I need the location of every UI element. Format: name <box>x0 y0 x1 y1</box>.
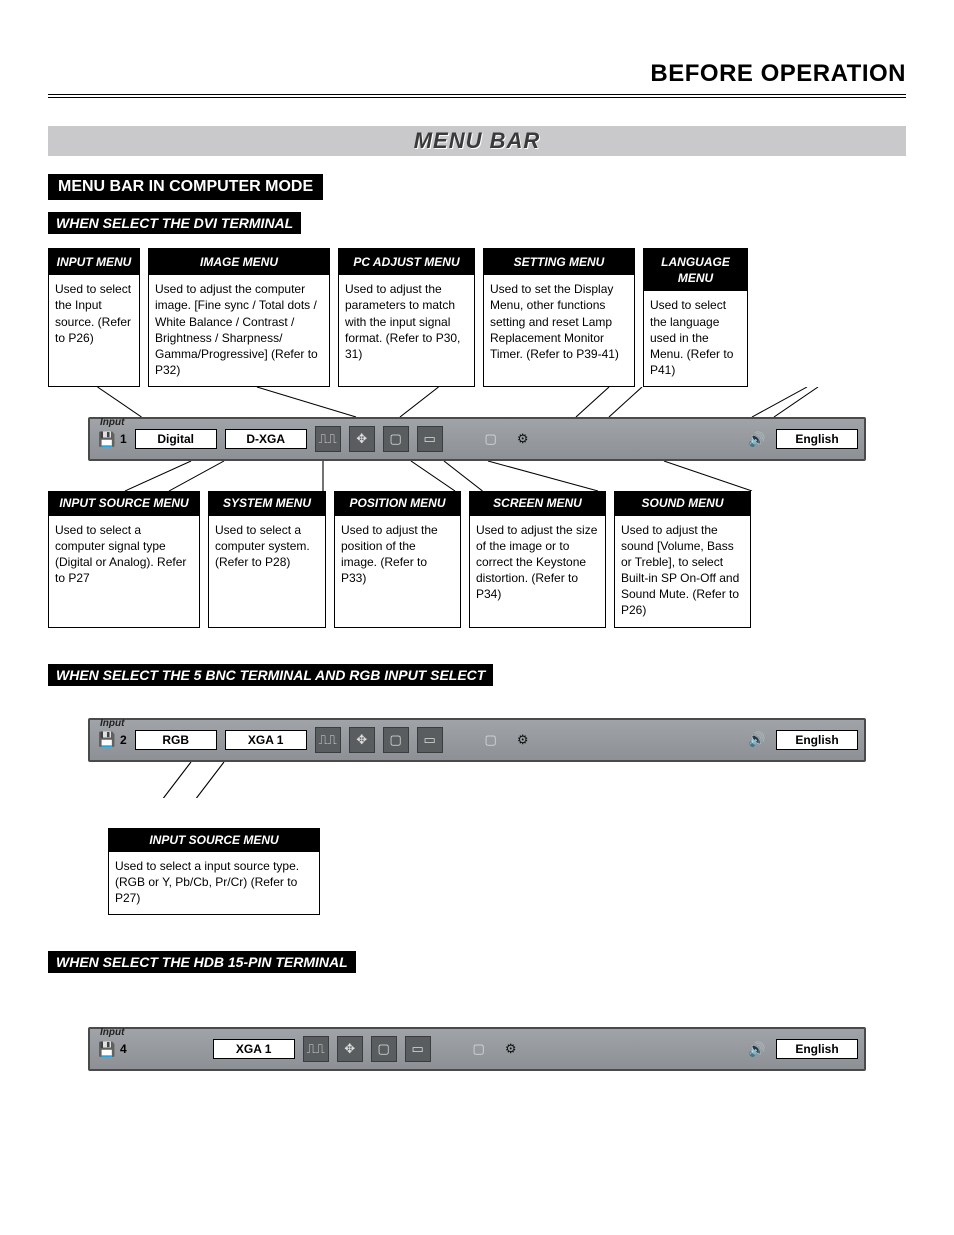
image-adjust-icon[interactable]: ⎍⎍ <box>303 1036 329 1062</box>
bnc-single-callout-wrapper: INPUT SOURCE MENU Used to select a input… <box>108 828 318 916</box>
input-source-button[interactable]: RGB <box>135 730 217 750</box>
bottom-callouts-row: INPUT SOURCE MENU Used to select a compu… <box>48 491 906 627</box>
callout-body: Used to select the language used in the … <box>644 291 747 386</box>
menu-bar-bnc: Input 💾 2 RGB XGA 1 ⎍⎍ ✥ ▢ ▭ ▢ ⚙ 🔊 Engli… <box>88 718 866 762</box>
manual-page: BEFORE OPERATION MENU BAR MENU BAR IN CO… <box>0 0 954 1131</box>
menubar-input-number: 4 <box>120 1042 127 1056</box>
sound-icon[interactable]: 🔊 <box>746 1038 768 1060</box>
subsection-dvi: WHEN SELECT THE DVI TERMINAL <box>48 212 301 234</box>
menu-bar-hdb: Input 💾 4 XGA 1 ⎍⎍ ✥ ▢ ▭ ▢ ⚙ 🔊 English <box>88 1027 866 1071</box>
pc-adjust-icon[interactable]: ▢ <box>383 727 409 753</box>
position-icon[interactable]: ✥ <box>349 727 375 753</box>
subsection-hdb: WHEN SELECT THE HDB 15-PIN TERMINAL <box>48 951 356 973</box>
callout-title: SETTING MENU <box>484 249 634 275</box>
system-button[interactable]: XGA 1 <box>225 730 307 750</box>
menubar-input-number: 2 <box>120 733 127 747</box>
image-adjust-icon[interactable]: ⎍⎍ <box>315 426 341 452</box>
callout-body: Used to adjust the size of the image or … <box>470 516 605 627</box>
system-button[interactable]: D-XGA <box>225 429 307 449</box>
position-icon[interactable]: ✥ <box>349 426 375 452</box>
callout-language-menu: LANGUAGE MENU Used to select the languag… <box>643 248 748 387</box>
setting-page-icon[interactable]: ▢ <box>467 1037 491 1061</box>
callout-screen-menu: SCREEN MENU Used to adjust the size of t… <box>469 491 606 627</box>
callout-title: SOUND MENU <box>615 492 750 515</box>
page-header: BEFORE OPERATION <box>48 60 906 88</box>
callout-input-source-menu-bnc: INPUT SOURCE MENU Used to select a input… <box>108 828 320 916</box>
header-rule <box>48 94 906 98</box>
callout-title: PC ADJUST MENU <box>339 249 474 275</box>
system-button[interactable]: XGA 1 <box>213 1039 295 1059</box>
subsection-bnc: WHEN SELECT THE 5 BNC TERMINAL AND RGB I… <box>48 664 493 686</box>
pc-adjust-icon[interactable]: ▢ <box>383 426 409 452</box>
callout-input-source-menu: INPUT SOURCE MENU Used to select a compu… <box>48 491 200 627</box>
callout-body: Used to adjust the sound [Volume, Bass o… <box>615 516 750 627</box>
callout-body: Used to select a input source type. (RGB… <box>109 852 319 915</box>
top-callouts-row: INPUT MENU Used to select the Input sour… <box>48 248 906 387</box>
menu-bar-dvi: Input 💾 1 Digital D-XGA ⎍⎍ ✥ ▢ ▭ ▢ ⚙ 🔊 E… <box>88 417 866 461</box>
sound-icon[interactable]: 🔊 <box>746 729 768 751</box>
callout-input-menu: INPUT MENU Used to select the Input sour… <box>48 248 140 387</box>
callout-body: Used to adjust the parameters to match w… <box>339 275 474 386</box>
callout-sound-menu: SOUND MENU Used to adjust the sound [Vol… <box>614 491 751 627</box>
input-source-button[interactable]: Digital <box>135 429 217 449</box>
screen-icon[interactable]: ▭ <box>405 1036 431 1062</box>
callout-position-menu: POSITION MENU Used to adjust the positio… <box>334 491 461 627</box>
callout-body: Used to select a computer system. (Refer… <box>209 516 325 627</box>
callout-title: LANGUAGE MENU <box>644 249 747 291</box>
callout-pc-adjust-menu: PC ADJUST MENU Used to adjust the parame… <box>338 248 475 387</box>
callout-title: POSITION MENU <box>335 492 460 515</box>
callout-setting-menu: SETTING MENU Used to set the Display Men… <box>483 248 635 387</box>
setting-gear-icon[interactable]: ⚙ <box>499 1037 523 1061</box>
language-button[interactable]: English <box>776 429 858 449</box>
computer-icon: 💾 <box>96 428 118 450</box>
language-button[interactable]: English <box>776 1039 858 1059</box>
setting-gear-icon[interactable]: ⚙ <box>511 427 535 451</box>
menubar-input-icon-group: 💾 4 <box>96 1038 127 1060</box>
setting-gear-icon[interactable]: ⚙ <box>511 728 535 752</box>
connector-lines-bnc <box>48 762 906 798</box>
connector-lines-bottom <box>48 461 906 491</box>
connector-lines-top <box>48 387 906 417</box>
computer-icon: 💾 <box>96 1038 118 1060</box>
image-adjust-icon[interactable]: ⎍⎍ <box>315 727 341 753</box>
callout-body: Used to adjust the computer image. [Fine… <box>149 275 329 386</box>
callout-title: INPUT SOURCE MENU <box>109 829 319 852</box>
setting-page-icon[interactable]: ▢ <box>479 728 503 752</box>
callout-title: INPUT SOURCE MENU <box>49 492 199 515</box>
callout-title: INPUT MENU <box>49 249 139 275</box>
setting-page-icon[interactable]: ▢ <box>479 427 503 451</box>
section-title: MENU BAR IN COMPUTER MODE <box>48 174 323 200</box>
callout-system-menu: SYSTEM MENU Used to select a computer sy… <box>208 491 326 627</box>
sound-icon[interactable]: 🔊 <box>746 428 768 450</box>
computer-icon: 💾 <box>96 729 118 751</box>
callout-image-menu: IMAGE MENU Used to adjust the computer i… <box>148 248 330 387</box>
callout-body: Used to adjust the position of the image… <box>335 516 460 627</box>
callout-title: IMAGE MENU <box>149 249 329 275</box>
language-button[interactable]: English <box>776 730 858 750</box>
menubar-input-label: Input <box>100 417 124 428</box>
pc-adjust-icon[interactable]: ▢ <box>371 1036 397 1062</box>
position-icon[interactable]: ✥ <box>337 1036 363 1062</box>
callout-body: Used to select a computer signal type (D… <box>49 516 199 627</box>
menubar-input-label: Input <box>100 1027 124 1038</box>
callout-title: SCREEN MENU <box>470 492 605 515</box>
main-title-strip: MENU BAR <box>48 126 906 156</box>
menubar-input-icon-group: 💾 2 <box>96 729 127 751</box>
callout-body: Used to select the Input source. (Refer … <box>49 275 139 386</box>
menubar-input-number: 1 <box>120 432 127 446</box>
menubar-input-label: Input <box>100 718 124 729</box>
screen-icon[interactable]: ▭ <box>417 426 443 452</box>
callout-title: SYSTEM MENU <box>209 492 325 515</box>
callout-body: Used to set the Display Menu, other func… <box>484 275 634 386</box>
screen-icon[interactable]: ▭ <box>417 727 443 753</box>
menubar-input-icon-group: 💾 1 <box>96 428 127 450</box>
